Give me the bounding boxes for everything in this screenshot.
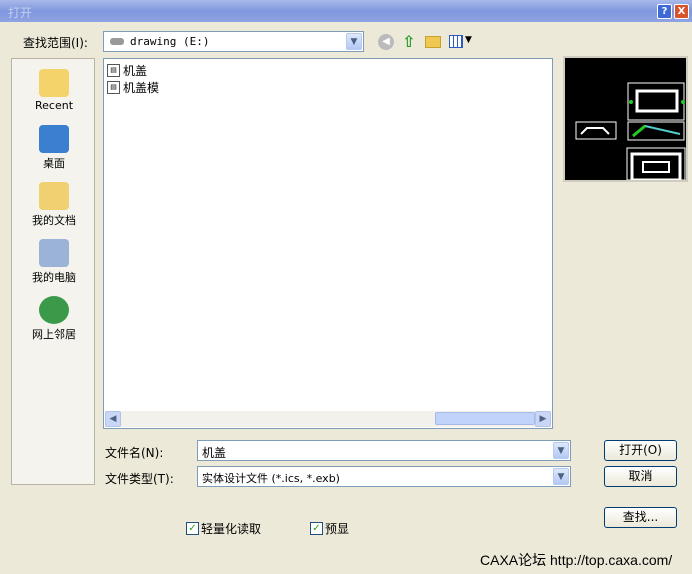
computer-icon	[39, 239, 69, 267]
network-icon	[39, 296, 69, 324]
watermark: CAXA论坛 http://top.caxa.com/	[480, 552, 673, 568]
filename-label: 文件名(N):	[105, 446, 164, 460]
file-item[interactable]: ▤ 机盖	[107, 62, 147, 79]
file-item[interactable]: ▤ 机盖模	[107, 79, 159, 96]
up-folder-icon[interactable]: ⇧	[402, 32, 415, 51]
place-label: 桌面	[43, 157, 65, 170]
checkmark-icon: ✓	[186, 522, 199, 535]
place-my-computer[interactable]: 我的电脑	[12, 239, 96, 285]
filename-input[interactable]: 机盖 ▼	[197, 440, 571, 461]
open-button[interactable]: 打开(O)	[604, 440, 677, 461]
scroll-right-icon[interactable]: ▶	[535, 411, 551, 427]
place-recent[interactable]: Recent	[12, 69, 96, 112]
filename-value: 机盖	[202, 446, 227, 460]
new-folder-icon[interactable]	[425, 36, 441, 48]
documents-folder-icon	[39, 182, 69, 210]
filetype-value: 实体设计文件 (*.ics, *.exb)	[202, 472, 340, 485]
cancel-button[interactable]: 取消	[604, 466, 677, 487]
places-bar: Recent 桌面 我的文档 我的电脑 网上邻居	[11, 58, 95, 485]
title-bar: 打开 ? X	[0, 0, 692, 22]
lookin-label: 查找范围(I):	[23, 36, 88, 50]
lookin-select[interactable]: drawing (E:) ▼	[103, 31, 364, 52]
desktop-icon	[39, 125, 69, 153]
place-my-documents[interactable]: 我的文档	[12, 182, 96, 228]
place-label: Recent	[34, 99, 74, 112]
checkmark-icon: ✓	[310, 522, 323, 535]
file-name: 机盖模	[123, 81, 160, 95]
checkbox-label: 轻量化读取	[201, 522, 262, 536]
place-label: 网上邻居	[32, 328, 76, 341]
place-desktop[interactable]: 桌面	[12, 125, 96, 171]
place-network[interactable]: 网上邻居	[12, 296, 96, 342]
scroll-thumb[interactable]	[435, 412, 535, 425]
chevron-down-icon[interactable]: ▼	[346, 33, 362, 50]
window-title: 打开	[8, 6, 33, 20]
preview-pane	[563, 56, 688, 182]
checkbox-label: 预显	[325, 522, 350, 536]
file-list[interactable]: ▤ 机盖 ▤ 机盖模 ◀ ▶	[103, 58, 553, 429]
file-name: 机盖	[123, 64, 148, 78]
views-menu-icon[interactable]: ▼	[449, 35, 475, 50]
drawing-preview-image	[575, 82, 686, 182]
back-icon[interactable]: ◀	[378, 34, 394, 50]
drive-icon	[110, 38, 124, 45]
preview-checkbox[interactable]: ✓ 预显	[310, 520, 349, 537]
close-button[interactable]: X	[674, 4, 689, 19]
file-icon: ▤	[107, 64, 120, 77]
chevron-down-icon[interactable]: ▼	[553, 442, 569, 459]
lightweight-read-checkbox[interactable]: ✓ 轻量化读取	[186, 520, 261, 537]
chevron-down-icon[interactable]: ▼	[553, 468, 569, 485]
find-button[interactable]: 查找...	[604, 507, 677, 528]
file-icon: ▤	[107, 81, 120, 94]
scroll-left-icon[interactable]: ◀	[105, 411, 121, 427]
filetype-select[interactable]: 实体设计文件 (*.ics, *.exb) ▼	[197, 466, 571, 487]
lookin-value: drawing (E:)	[130, 35, 210, 48]
help-button[interactable]: ?	[657, 4, 672, 19]
filetype-label: 文件类型(T):	[105, 472, 174, 486]
place-label: 我的文档	[32, 214, 76, 227]
horizontal-scrollbar[interactable]: ◀ ▶	[105, 411, 551, 427]
place-label: 我的电脑	[32, 271, 76, 284]
recent-folder-icon	[39, 69, 69, 97]
